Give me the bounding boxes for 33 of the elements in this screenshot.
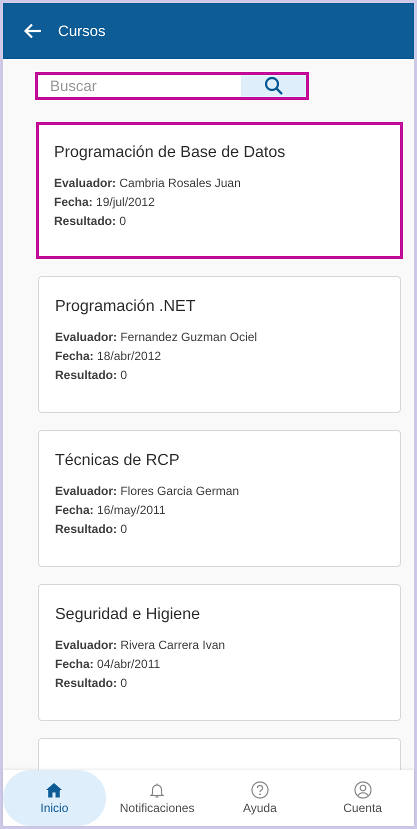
back-arrow-icon: [24, 23, 42, 39]
course-title: Técnicas de RCP: [55, 452, 180, 470]
course-detail: Evaluador: Flores Garcia German: [55, 483, 240, 500]
bell-icon: [149, 782, 166, 798]
course-detail: Fecha: 19/jul/2012: [54, 194, 156, 211]
nav-tab[interactable]: Inicio: [3, 770, 106, 826]
nav-tab[interactable]: Ayuda: [208, 770, 312, 826]
screen-title: Cursos: [58, 22, 106, 40]
course-detail: Resultado: 0: [55, 675, 128, 692]
help-icon: [250, 781, 269, 799]
user-icon: [354, 781, 372, 799]
course-card[interactable]: Técnicas de RCP Evaluador: Flores Garcia German Fecha: 16/may/2011 Resultado: 0: [38, 430, 401, 567]
course-detail: Resultado: 0: [55, 367, 128, 384]
home-icon: [45, 782, 64, 798]
course-detail: Fecha: 16/may/2011: [55, 502, 167, 519]
course-card[interactable]: Programación .NET Evaluador: Fernandez Guzman Ociel Fecha: 18/abr/2012 Resultado: 0: [38, 276, 401, 413]
course-card[interactable]: Programación de Base de Datos Evaluador: Cambria Rosales Juan Fecha: 19/jul/2012 Resultado: 0: [36, 122, 403, 259]
course-title: Seguridad e Higiene: [55, 606, 201, 624]
course-detail: Evaluador: Fernandez Guzman Ociel: [55, 329, 258, 346]
course-card[interactable]: Seguridad e Higiene Evaluador: Rivera Carrera Ivan Fecha: 04/abr/2011 Resultado: 0: [38, 584, 401, 721]
nav-tab[interactable]: Notificaciones: [106, 770, 208, 826]
course-detail: Fecha: 04/abr/2011: [55, 656, 162, 673]
course-title: Programación .NET: [55, 298, 196, 316]
nav-tab[interactable]: Cuenta: [311, 770, 414, 826]
course-detail: Fecha: 18/abr/2012: [55, 348, 162, 365]
course-detail: Evaluador: Cambria Rosales Juan: [54, 175, 242, 192]
course-detail: Evaluador: Rivera Carrera Ivan: [55, 637, 226, 654]
course-detail: Resultado: 0: [54, 213, 128, 230]
search-field[interactable]: Buscar: [38, 75, 241, 97]
search-icon: [264, 76, 284, 96]
course-title: Programación de Base de Datos: [54, 144, 286, 162]
search-button[interactable]: [241, 75, 306, 97]
course-detail: Resultado: 0: [55, 521, 128, 538]
